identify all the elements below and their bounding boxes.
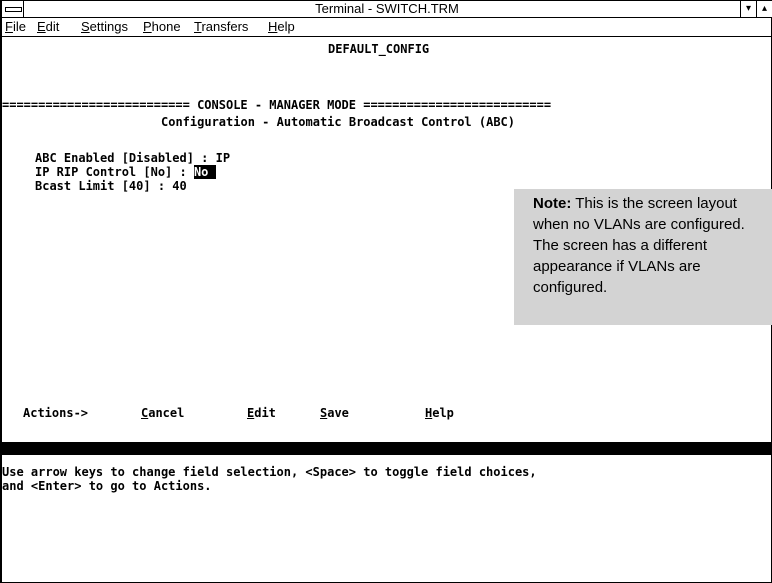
- cancel-action[interactable]: Cancel: [141, 406, 184, 420]
- title-bar: Terminal - SWITCH.TRM ▾ ▴: [2, 0, 772, 18]
- note-callout: Note: This is the screen layout when no …: [514, 189, 772, 325]
- bcast-limit-field[interactable]: Bcast Limit [40] : 40: [35, 179, 187, 193]
- menu-settings[interactable]: Settings: [81, 18, 128, 36]
- menu-file[interactable]: File: [5, 18, 26, 36]
- mode-banner: ========================== CONSOLE - MAN…: [2, 98, 552, 112]
- config-name: DEFAULT_CONFIG: [328, 42, 430, 56]
- menu-edit[interactable]: Edit: [37, 18, 59, 36]
- menu-transfers[interactable]: Transfers: [194, 18, 248, 36]
- ip-rip-control-field[interactable]: IP RIP Control [No] : No: [35, 165, 216, 179]
- note-label: Note:: [533, 195, 572, 212]
- edit-action[interactable]: Edit: [247, 406, 276, 420]
- minimize-button[interactable]: ▾: [740, 1, 756, 17]
- save-action[interactable]: Save: [320, 406, 349, 420]
- menu-bar: File Edit Settings Phone Transfers Help: [2, 18, 772, 37]
- help-text-line-1: Use arrow keys to change field selection…: [2, 465, 537, 479]
- actions-label: Actions->: [23, 406, 89, 420]
- help-text-line-2: and <Enter> to go to Actions.: [2, 479, 212, 493]
- screen-title: Configuration - Automatic Broadcast Cont…: [161, 115, 516, 129]
- window-title: Terminal - SWITCH.TRM: [315, 1, 459, 16]
- maximize-button[interactable]: ▴: [756, 1, 772, 17]
- abc-enabled-field[interactable]: ABC Enabled [Disabled] : IP: [35, 151, 230, 165]
- status-separator-bar: [2, 442, 772, 455]
- ip-rip-control-label: IP RIP Control [No] :: [35, 165, 194, 179]
- ip-rip-control-value[interactable]: No: [193, 165, 216, 179]
- menu-help[interactable]: Help: [268, 18, 295, 36]
- help-action[interactable]: Help: [425, 406, 454, 420]
- terminal-window: Terminal - SWITCH.TRM ▾ ▴ File Edit Sett…: [0, 0, 772, 583]
- menu-phone[interactable]: Phone: [143, 18, 181, 36]
